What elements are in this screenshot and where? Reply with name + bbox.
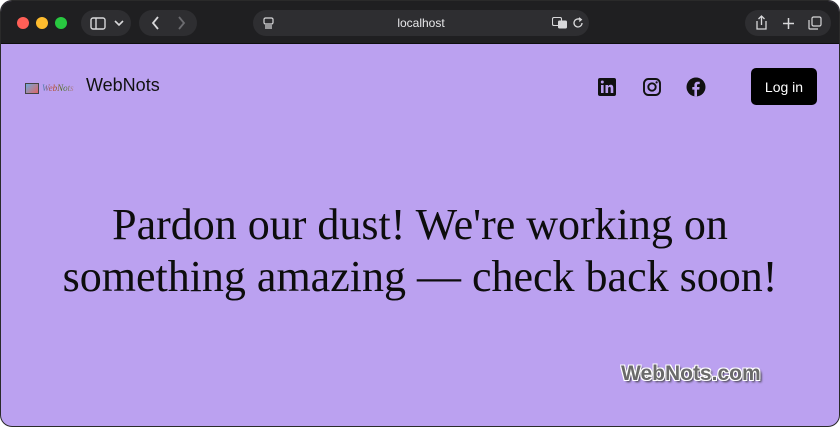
forward-icon[interactable]	[171, 10, 191, 36]
instagram-icon[interactable]	[642, 77, 662, 97]
window-actions	[745, 10, 831, 36]
address-text: localhost	[397, 16, 445, 30]
chevron-down-icon[interactable]	[111, 10, 127, 36]
new-tab-icon[interactable]	[776, 10, 800, 36]
login-button[interactable]: Log in	[751, 68, 817, 105]
translate-icon[interactable]	[551, 10, 569, 36]
address-bar[interactable]: localhost	[253, 10, 589, 36]
browser-window: localhost WebNots WebNots Log in Pardon …	[0, 0, 840, 427]
zoom-window-button[interactable]	[55, 17, 67, 29]
tabs-overview-icon[interactable]	[803, 10, 827, 36]
maintenance-headline: Pardon our dust! We're working on someth…	[62, 200, 778, 301]
site-logo[interactable]: WebNots	[25, 81, 74, 95]
reload-icon[interactable]	[569, 10, 587, 36]
browser-toolbar: localhost	[1, 1, 839, 44]
logo-text: WebNots	[42, 83, 74, 93]
navigation-controls	[139, 10, 197, 36]
sidebar-control[interactable]	[81, 10, 131, 36]
logo-image-icon	[25, 82, 39, 94]
web-page: WebNots WebNots Log in Pardon our dust! …	[1, 44, 839, 426]
sidebar-toggle-icon[interactable]	[87, 10, 109, 36]
site-title[interactable]: WebNots	[86, 75, 160, 96]
minimize-window-button[interactable]	[36, 17, 48, 29]
facebook-icon[interactable]	[686, 77, 706, 97]
watermark: WebNots.com	[621, 362, 761, 385]
linkedin-icon[interactable]	[597, 77, 617, 97]
share-icon[interactable]	[749, 10, 773, 36]
back-icon[interactable]	[145, 10, 165, 36]
close-window-button[interactable]	[17, 17, 29, 29]
